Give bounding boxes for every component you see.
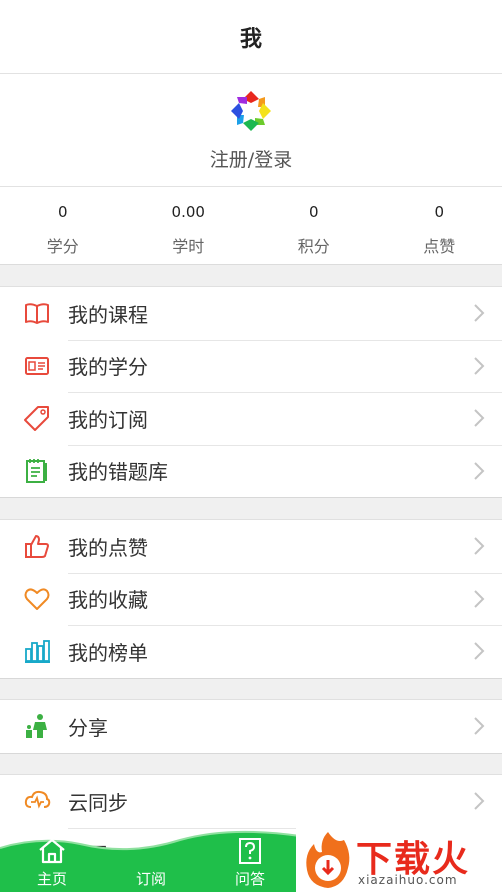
- stats-bar: 0 学分 0.00 学时 0 积分 0 点赞: [0, 187, 502, 265]
- menu-group-share: 分享: [0, 699, 502, 754]
- menu-item-label: 我的错题库: [68, 460, 168, 485]
- menu-item-my-credits[interactable]: 我的学分: [0, 339, 502, 393]
- chevron-right-icon: [472, 715, 486, 737]
- stat-label: 积分: [297, 237, 330, 256]
- home-icon: [39, 838, 65, 864]
- menu-item-my-rankings[interactable]: 我的榜单: [0, 625, 502, 678]
- tab-home[interactable]: 主页: [12, 836, 92, 889]
- notebook-icon: [22, 456, 52, 486]
- flame-logo-icon: [306, 832, 350, 888]
- menu-item-label: 云同步: [68, 790, 128, 815]
- stat-label: 学分: [46, 237, 79, 256]
- menu-item-label: 我的榜单: [68, 640, 148, 665]
- chevron-right-icon: [472, 790, 486, 812]
- stat-credits[interactable]: 0 学分: [0, 187, 126, 264]
- chevron-right-icon: [472, 407, 486, 429]
- cloud-sync-icon: [22, 786, 52, 816]
- subscribe-icon: [136, 836, 166, 866]
- stat-hours[interactable]: 0.00 学时: [126, 187, 252, 264]
- menu-item-my-likes[interactable]: 我的点赞: [0, 520, 502, 573]
- stat-label: 点赞: [423, 237, 456, 256]
- register-login-link[interactable]: 注册/登录: [0, 145, 502, 172]
- tab-label: 问答: [234, 870, 265, 888]
- menu-item-my-courses[interactable]: 我的课程: [0, 287, 502, 340]
- chevron-right-icon: [472, 302, 486, 324]
- app-logo-icon: [231, 91, 271, 131]
- menu-item-label: 我的订阅: [68, 407, 148, 432]
- stat-points[interactable]: 0 积分: [251, 187, 377, 264]
- menu-item-label: 我的点赞: [68, 535, 148, 560]
- menu-item-label: 分享: [68, 715, 108, 740]
- menu-item-label: 我的课程: [68, 302, 148, 327]
- stat-value: 0.00: [171, 203, 205, 221]
- stat-value: 0: [57, 203, 68, 221]
- top-bar: 我: [0, 0, 502, 74]
- stat-label: 学时: [172, 237, 205, 256]
- menu-item-label: 我的学分: [68, 355, 148, 380]
- chevron-right-icon: [472, 535, 486, 557]
- menu-item-share[interactable]: 分享: [0, 700, 502, 753]
- menu-item-my-subscriptions[interactable]: 我的订阅: [0, 392, 502, 445]
- bar-chart-icon: [22, 636, 52, 666]
- tab-subscribe[interactable]: 订阅: [111, 836, 191, 889]
- menu-item-my-favorites[interactable]: 我的收藏: [0, 572, 502, 626]
- stat-value: 0: [434, 203, 445, 221]
- question-icon: [239, 838, 261, 864]
- book-icon: [22, 298, 52, 328]
- menu-group-learning: 我的课程 我的学分 我的订阅 我的错题库: [0, 286, 502, 498]
- watermark-url: xiazaihuo.com: [358, 873, 458, 887]
- chevron-right-icon: [472, 460, 486, 482]
- id-card-icon: [22, 351, 52, 381]
- stat-likes[interactable]: 0 点赞: [377, 187, 502, 264]
- chevron-right-icon: [472, 355, 486, 377]
- chevron-right-icon: [472, 640, 486, 662]
- page-title: 我: [239, 26, 262, 52]
- menu-item-cloud-sync[interactable]: 云同步: [0, 775, 502, 828]
- menu-item-my-wrong-questions[interactable]: 我的错题库: [0, 444, 502, 498]
- menu-item-label: 我的收藏: [68, 588, 148, 613]
- menu-group-social: 我的点赞 我的收藏 我的榜单: [0, 519, 502, 679]
- tab-qa[interactable]: 问答: [210, 836, 290, 889]
- stat-value: 0: [308, 203, 319, 221]
- share-people-icon: [22, 711, 52, 741]
- thumbs-up-icon: [22, 531, 52, 561]
- watermark-badge: 下载火 xiazaihuo.com: [296, 828, 502, 892]
- tab-label: 主页: [36, 870, 67, 888]
- chevron-right-icon: [472, 588, 486, 610]
- tab-label: 订阅: [135, 870, 166, 888]
- heart-icon: [22, 584, 52, 614]
- tag-icon: [22, 403, 52, 433]
